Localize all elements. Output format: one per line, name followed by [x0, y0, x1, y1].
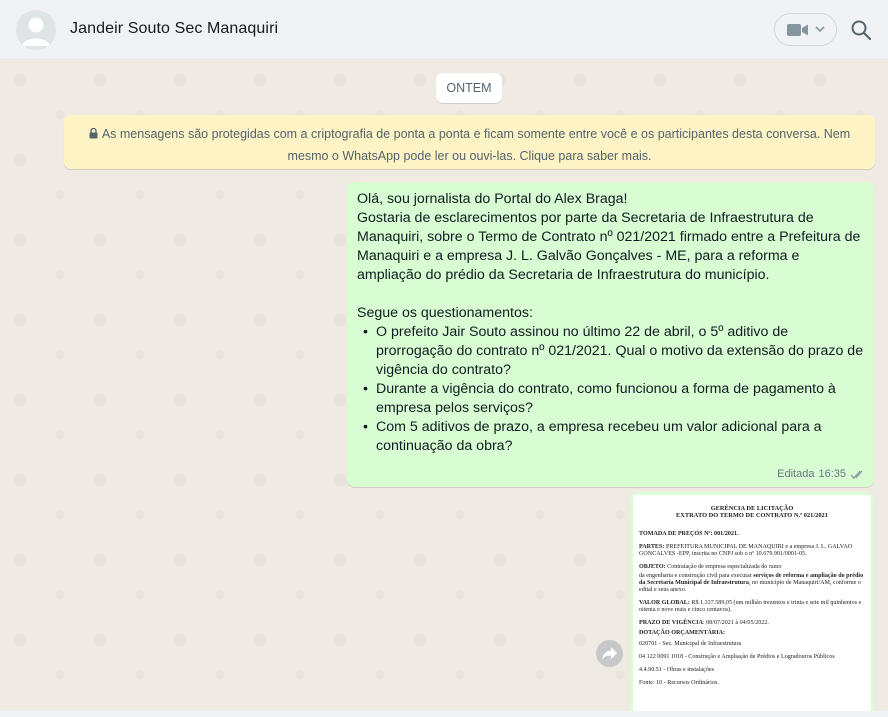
message-time: 16:35: [818, 468, 846, 480]
questions-list: O prefeito Jair Souto assinou no último …: [357, 323, 864, 456]
contact-avatar[interactable]: [16, 10, 56, 50]
contract-document-image[interactable]: GERÊNCIA DE LICITAÇÃO EXTRATO DO TERMO D…: [633, 495, 871, 717]
doc-objeto: OBJETO: Contratação de empresa especiali…: [639, 564, 782, 570]
chat-header: Jandeir Souto Sec Manaquiri: [0, 0, 888, 60]
doc-dotacao-4: Fonte: 10 - Recursos Ordinários.: [639, 680, 719, 686]
video-call-button[interactable]: [774, 13, 837, 46]
edited-label: Editada: [777, 468, 815, 480]
lock-icon: [89, 128, 98, 139]
doc-dotacao: DOTAÇÃO ORÇAMENTÁRIA:: [639, 630, 726, 636]
forward-arrow-icon: [602, 647, 617, 660]
list-item: O prefeito Jair Souto assinou no último …: [363, 323, 864, 380]
outgoing-message[interactable]: Olá, sou jornalista do Portal do Alex Br…: [347, 182, 874, 487]
encryption-notice[interactable]: As mensagens são protegidas com a cripto…: [64, 115, 875, 169]
doc-heading: GERÊNCIA DE LICITAÇÃO: [710, 505, 794, 512]
chat-panel[interactable]: ONTEM As mensagens são protegidas com a …: [0, 60, 888, 717]
doc-objeto-detail: da engenharia e construção civil para ex…: [639, 573, 864, 593]
doc-partes: PARTES: PREFEITURA MUNICIPAL DE MANAQUIR…: [639, 544, 853, 557]
doc-prazo: PRAZO DE VIGÊNCIA: 08/07/2021 à 04/05/20…: [639, 620, 769, 626]
doc-subheading: EXTRATO DO TERMO DE CONTRATO N.º 021/202…: [676, 512, 828, 519]
contact-name[interactable]: Jandeir Souto Sec Manaquiri: [70, 20, 278, 38]
default-avatar-icon: [16, 10, 56, 50]
date-chip: ONTEM: [436, 73, 502, 103]
forward-button[interactable]: [596, 640, 623, 667]
image-message[interactable]: GERÊNCIA DE LICITAÇÃO EXTRATO DO TERMO D…: [630, 492, 874, 717]
search-icon[interactable]: [849, 18, 873, 42]
doc-dotacao-2: 04 122 0091 1018 - Construção e Ampliaçã…: [639, 654, 835, 660]
video-camera-icon: [787, 24, 808, 36]
message-paragraph: Gostaria de esclarecimentos por parte da…: [357, 210, 861, 283]
message-intro: Segue os questionamentos:: [357, 305, 533, 321]
doc-dotacao-1: 020701 - Sec. Municipal de Infraestrutur…: [639, 641, 742, 647]
read-ticks-icon: [850, 470, 863, 479]
chevron-down-icon: [815, 26, 825, 33]
doc-tomada: TOMADA DE PREÇOS Nº: 001/2021.: [639, 531, 739, 537]
composer-bar-edge: [0, 711, 888, 717]
message-meta: Editada 16:35: [777, 465, 866, 484]
message-greeting: Olá, sou jornalista do Portal do Alex Br…: [357, 191, 628, 207]
doc-valor: VALOR GLOBAL: R$ 1.337.589,05 (um milhão…: [639, 600, 862, 613]
doc-dotacao-3: 4.4.90.51 - Obras e instalações: [639, 667, 714, 673]
encryption-notice-text: As mensagens são protegidas com a cripto…: [101, 127, 851, 163]
list-item: Com 5 aditivos de prazo, a empresa receb…: [363, 418, 864, 456]
list-item: Durante a vigência do contrato, como fun…: [363, 380, 864, 418]
